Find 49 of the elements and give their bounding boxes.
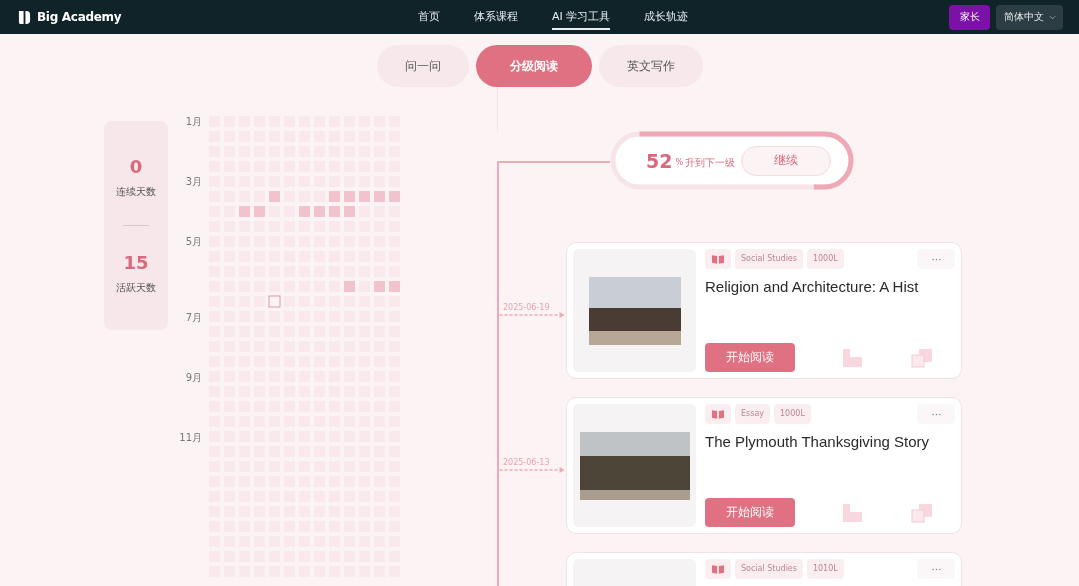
layers-icon[interactable]: [911, 347, 933, 368]
reading-title: Religion and Architecture: A Hist: [705, 277, 920, 297]
nav-link[interactable]: AI 学习工具: [552, 4, 611, 30]
more-button[interactable]: [917, 404, 955, 424]
tag: 1000L: [774, 404, 811, 424]
more-icon: [931, 412, 941, 416]
date-label: 2025-06-19: [503, 303, 550, 312]
tag: Essay: [735, 404, 771, 424]
chevron-down-icon: [1048, 14, 1056, 20]
language-dropdown[interactable]: 简体中文: [996, 4, 1063, 30]
brand-name: Big Academy: [37, 10, 122, 24]
month-label: 3月: [184, 175, 202, 189]
date-label: 2025-06-13: [503, 458, 550, 467]
progress-value: 52: [646, 149, 673, 172]
nav-link[interactable]: 成长轨迹: [644, 4, 689, 30]
month-label: 1月: [184, 115, 202, 129]
month-label: 7月: [184, 311, 202, 325]
progress-label: 升到下一级: [685, 155, 736, 170]
more-button[interactable]: [917, 559, 955, 579]
reading-card[interactable]: Social Studies 1000L Religion and Architecture: A Hist 开始阅读: [566, 242, 962, 379]
stat-value: 0: [129, 156, 143, 177]
reading-title: The Plymouth Thanksgiving Story: [705, 432, 930, 452]
more-icon: [931, 257, 941, 261]
stat-label: 活跃天数: [116, 281, 156, 295]
tag: Social Studies: [735, 249, 803, 269]
notebook-icon[interactable]: [842, 502, 864, 523]
tag: 1010L: [806, 559, 844, 579]
month-label: 5月: [184, 235, 202, 249]
book-icon: [712, 409, 724, 419]
tag: 1000L: [806, 249, 844, 269]
more-button[interactable]: [917, 249, 955, 269]
book-icon: [712, 254, 724, 264]
book-icon: [712, 564, 724, 574]
month-label: 9月: [184, 371, 202, 385]
stat-label: 连续天数: [116, 185, 156, 199]
progress-unit: %: [675, 158, 684, 167]
stat-value: 15: [123, 252, 149, 273]
nav-link[interactable]: 首页: [418, 4, 440, 30]
tag: Social Studies: [735, 559, 803, 579]
parent-button[interactable]: 家长: [949, 4, 990, 30]
notebook-icon[interactable]: [842, 347, 864, 368]
reading-card[interactable]: Essay 1000L The Plymouth Thanksgiving Story 开始阅读: [566, 397, 962, 534]
tab[interactable]: 问一问: [376, 45, 469, 87]
month-label: 11月: [178, 431, 202, 445]
nav-link[interactable]: 体系课程: [474, 4, 518, 30]
more-icon: [931, 567, 941, 571]
layers-icon[interactable]: [911, 502, 933, 523]
logo-icon: [18, 9, 31, 25]
tab[interactable]: 英文写作: [598, 45, 703, 87]
